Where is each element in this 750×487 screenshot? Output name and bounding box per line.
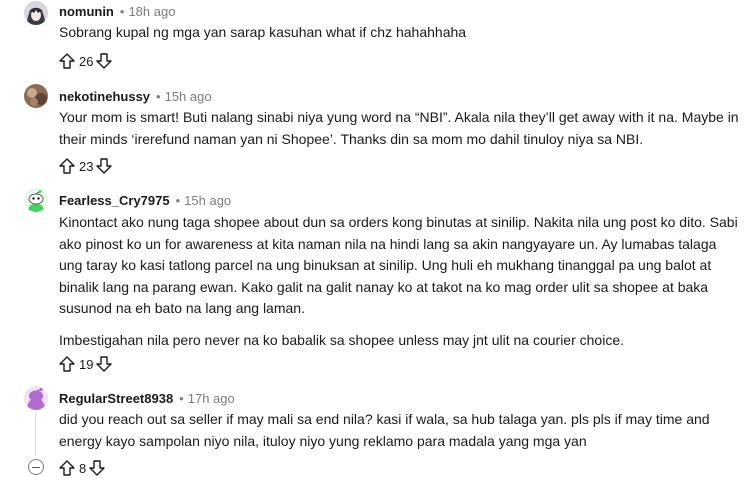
upvote-icon[interactable] [58, 52, 76, 70]
vote-bar: 26 [58, 51, 113, 71]
comment-paragraph: Kinontact ako nung taga shopee about dun… [59, 214, 738, 316]
snoo-avatar-icon [24, 188, 48, 212]
vote-count: 23 [79, 158, 94, 174]
comment-paragraph: Sobrang kupal ng mga yan sarap kasuhan w… [59, 24, 467, 40]
user-avatar[interactable] [24, 386, 48, 410]
upvote-icon[interactable] [58, 459, 76, 477]
user-avatar[interactable] [24, 188, 48, 212]
vote-count: 26 [79, 53, 94, 69]
comment-meta: nomunin • 18h ago [59, 4, 175, 20]
comment-meta: RegularStreet8938 • 17h ago [59, 391, 235, 407]
comment-paragraph: Imbestigahan nila pero never na ko babal… [59, 331, 624, 348]
comment-paragraph: Your mom is smart! Buti nalang sinabi ni… [59, 109, 739, 147]
separator-dot: • [156, 89, 161, 104]
separator-dot: • [175, 193, 181, 208]
collapse-thread-icon[interactable] [28, 459, 44, 475]
comment-body: Your mom is smart! Buti nalang sinabi ni… [59, 107, 739, 160]
timestamp: 15h ago [184, 193, 232, 208]
upvote-icon[interactable] [58, 157, 76, 175]
comment-meta: Fearless_Cry7975 • 15h ago [59, 193, 231, 209]
downvote-icon[interactable] [95, 355, 113, 373]
snoo-avatar-icon [24, 386, 48, 410]
timestamp: 18h ago [128, 4, 176, 19]
comment-paragraph: did you reach out sa seller if may mali … [59, 411, 710, 449]
username-link[interactable]: RegularStreet8938 [59, 391, 173, 406]
comment-body: did you reach out sa seller if may mali … [59, 409, 739, 462]
anime-avatar-icon [24, 1, 48, 25]
timestamp: 15h ago [164, 89, 212, 104]
comment-meta: nekotinehussy • 15h ago [59, 89, 212, 105]
vote-count: 19 [79, 356, 94, 372]
downvote-icon[interactable] [88, 459, 106, 477]
comment-body: Sobrang kupal ng mga yan sarap kasuhan w… [59, 22, 739, 54]
upvote-icon[interactable] [58, 355, 76, 373]
username-link[interactable]: nomunin [59, 4, 114, 19]
vote-bar: 8 [58, 458, 106, 478]
vote-bar: 19 [58, 354, 113, 374]
thread-line[interactable] [35, 412, 36, 456]
user-avatar[interactable] [24, 84, 48, 108]
username-link[interactable]: Fearless_Cry7975 [59, 193, 170, 208]
separator-dot: • [119, 4, 125, 19]
separator-dot: • [179, 391, 184, 406]
vote-count: 8 [79, 460, 87, 476]
downvote-icon[interactable] [95, 52, 113, 70]
timestamp: 17h ago [187, 391, 235, 406]
user-avatar[interactable] [24, 1, 48, 25]
vote-bar: 23 [58, 156, 113, 176]
downvote-icon[interactable] [95, 157, 113, 175]
photo-avatar-icon [24, 84, 48, 108]
comment-body: Kinontact ako nung taga shopee about dun… [59, 212, 739, 361]
username-link[interactable]: nekotinehussy [59, 89, 150, 104]
